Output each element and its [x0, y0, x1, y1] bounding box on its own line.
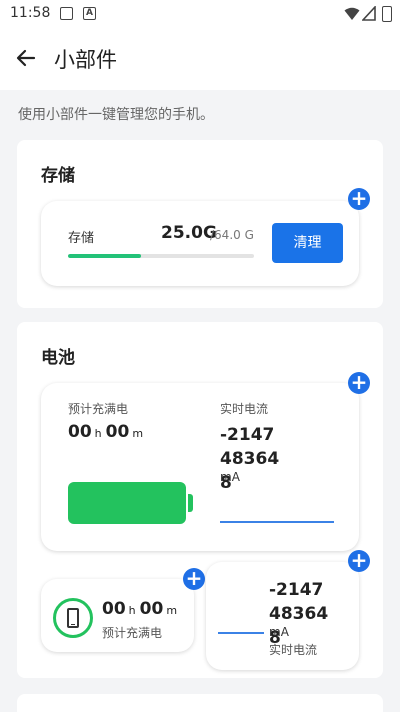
small-charge-minutes: 00 — [139, 599, 164, 619]
battery-widget-card-large[interactable]: 预计充满电 00 h 00 m 实时电流 -2147483648 mA — [41, 383, 359, 551]
add-storage-widget-plus-icon[interactable]: + — [348, 188, 370, 210]
notification-icon — [60, 7, 73, 20]
small-charge-hours: 00 — [102, 599, 126, 619]
small-charge-hours-unit: h — [128, 604, 136, 617]
charge-time-value: 00 h 00 m — [68, 422, 147, 442]
storage-progress-fill — [68, 254, 141, 258]
storage-widget-card[interactable]: 存储 25.0G /64.0 G 清理 — [41, 201, 359, 286]
current-value: -2147483648 — [220, 425, 280, 493]
small-current-value: -2147483648 — [269, 580, 329, 648]
charge-minutes-unit: m — [132, 427, 144, 440]
add-small-time-widget-plus-icon[interactable]: + — [183, 568, 205, 590]
storage-section: 存储 存储 25.0G /64.0 G 清理 + — [17, 140, 383, 308]
small-current-label: 实时电流 — [269, 643, 318, 657]
current-unit: mA — [220, 470, 240, 484]
notification-a-icon: A — [83, 7, 96, 20]
battery-section: 电池 预计充满电 00 h 00 m 实时电流 -2147483648 mA + 00… — [17, 322, 383, 678]
battery-widget-card-small-time[interactable]: 00 h 00 m 预计充满电 — [41, 579, 194, 652]
charge-hours-unit: h — [94, 427, 102, 440]
storage-used: 25.0G — [161, 223, 217, 243]
current-graph-line — [220, 521, 334, 523]
page-subtitle: 使用小部件一键管理您的手机。 — [18, 107, 214, 123]
storage-total: /64.0 G — [210, 228, 254, 242]
storage-section-title: 存储 — [41, 166, 75, 186]
charge-hours: 00 — [68, 422, 92, 442]
storage-progress-bar — [68, 254, 254, 258]
battery-tip — [188, 494, 193, 512]
battery-widget-card-small-current[interactable]: -2147483648 mA 实时电流 — [206, 562, 359, 670]
charge-time-label: 预计充满电 — [68, 402, 129, 416]
small-charge-time-label: 预计充满电 — [102, 626, 163, 640]
battery-status-icon — [382, 6, 392, 22]
back-arrow-icon[interactable] — [14, 46, 38, 70]
status-time: 11:58 — [10, 5, 51, 21]
small-current-unit: mA — [269, 625, 289, 639]
clean-button[interactable]: 清理 — [272, 223, 343, 263]
phone-icon — [67, 608, 79, 628]
charge-minutes: 00 — [105, 422, 130, 442]
small-current-graph-line — [218, 632, 264, 634]
battery-section-title: 电池 — [41, 348, 75, 368]
wifi-icon — [344, 7, 360, 20]
add-battery-widget-plus-icon[interactable]: + — [348, 372, 370, 394]
current-label: 实时电流 — [220, 402, 269, 416]
page-title: 小部件 — [54, 48, 117, 72]
app-bar: 小部件 — [0, 28, 400, 90]
next-section — [17, 694, 383, 712]
status-bar: 11:58 A — [0, 0, 400, 28]
battery-level-icon — [68, 482, 186, 524]
storage-label: 存储 — [68, 231, 95, 246]
small-charge-time-value: 00 h 00 m — [102, 599, 181, 619]
add-small-current-widget-plus-icon[interactable]: + — [348, 550, 370, 572]
small-charge-minutes-unit: m — [166, 604, 178, 617]
signal-icon — [362, 6, 376, 21]
phone-charge-ring — [53, 598, 93, 638]
